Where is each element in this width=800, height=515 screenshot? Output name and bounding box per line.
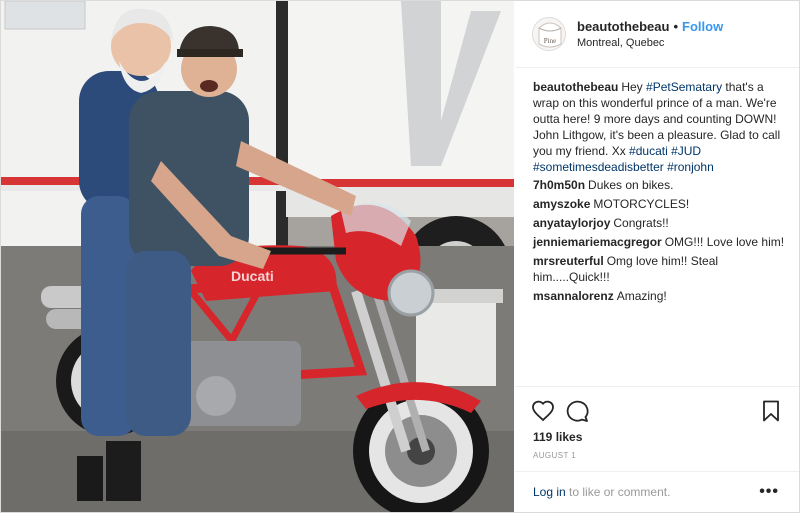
separator-dot: • bbox=[673, 19, 679, 34]
login-prompt: Log in to like or comment. bbox=[533, 485, 670, 499]
follow-button[interactable]: Follow bbox=[682, 19, 723, 34]
avatar-image: Pine bbox=[533, 18, 565, 50]
photo-illustration: Ducati bbox=[1, 1, 514, 512]
comment-item: jenniemariemacgregor OMG!!! Love love him… bbox=[533, 234, 791, 250]
comment-item: 7h0m50n Dukes on bikes. bbox=[533, 177, 791, 193]
comment-username[interactable]: mrsreuterful bbox=[533, 254, 604, 268]
comment-username[interactable]: 7h0m50n bbox=[533, 178, 585, 192]
post-header: Pine beautothebeau • Follow Montreal, Queb… bbox=[515, 1, 799, 68]
hashtag-link[interactable]: #JUD bbox=[671, 144, 701, 158]
comment-username[interactable]: msannalorenz bbox=[533, 289, 614, 303]
comment-text: Dukes on bikes. bbox=[588, 178, 674, 192]
comment-username[interactable]: anyataylorjoy bbox=[533, 216, 610, 230]
username-link[interactable]: beautothebeau bbox=[577, 19, 669, 34]
comment-item: mrsreuterful Omg love him!! Steal him....… bbox=[533, 253, 791, 285]
hashtag-link[interactable]: #sometimesdeadisbetter bbox=[533, 160, 664, 174]
location-link[interactable]: Montreal, Quebec bbox=[577, 37, 664, 49]
comment-text: Congrats!! bbox=[613, 216, 669, 230]
post-date[interactable]: AUGUST 1 bbox=[533, 451, 576, 460]
action-section: 119 likes AUGUST 1 Log in to like or com… bbox=[515, 386, 799, 512]
avatar-label: Pine bbox=[544, 37, 556, 45]
comment-item: amyszoke MOTORCYCLES! bbox=[533, 196, 791, 212]
comment-item: anyataylorjoy Congrats!! bbox=[533, 215, 791, 231]
login-link[interactable]: Log in bbox=[533, 485, 566, 499]
like-count[interactable]: 119 likes bbox=[533, 430, 582, 444]
caption-username[interactable]: beautothebeau bbox=[533, 80, 618, 94]
comment-text: MOTORCYCLES! bbox=[593, 197, 690, 211]
post-sidebar: Pine beautothebeau • Follow Montreal, Queb… bbox=[515, 1, 799, 512]
comment-username[interactable]: jenniemariemacgregor bbox=[533, 235, 662, 249]
bookmark-icon[interactable] bbox=[759, 399, 783, 423]
caption: beautothebeau Hey #PetSematary that's a w… bbox=[533, 79, 791, 175]
comment-text: Amazing! bbox=[616, 289, 667, 303]
more-options-icon[interactable]: ••• bbox=[759, 483, 779, 501]
hashtag-link[interactable]: #ducati bbox=[629, 144, 668, 158]
instagram-post-embed: Ducati Pine beautothebeau • Follow Montr… bbox=[0, 0, 800, 513]
login-prompt-text: to like or comment. bbox=[565, 485, 671, 499]
post-author: beautothebeau • Follow bbox=[577, 19, 723, 34]
login-bar: Log in to like or comment. ••• bbox=[515, 471, 799, 512]
caption-text-1: Hey bbox=[621, 80, 647, 94]
hashtag-link[interactable]: #ronjohn bbox=[667, 160, 714, 174]
heart-icon[interactable] bbox=[531, 399, 555, 423]
comment-username[interactable]: amyszoke bbox=[533, 197, 590, 211]
comment-list: beautothebeau Hey #PetSematary that's a w… bbox=[533, 79, 791, 307]
svg-text:Ducati: Ducati bbox=[231, 268, 274, 284]
comment-text: OMG!!! Love love him! bbox=[664, 235, 785, 249]
comment-item: msannalorenz Amazing! bbox=[533, 288, 791, 304]
comment-icon[interactable] bbox=[565, 399, 589, 423]
avatar[interactable]: Pine bbox=[532, 17, 566, 51]
hashtag-link[interactable]: #PetSematary bbox=[646, 80, 722, 94]
post-photo[interactable]: Ducati bbox=[1, 1, 514, 512]
